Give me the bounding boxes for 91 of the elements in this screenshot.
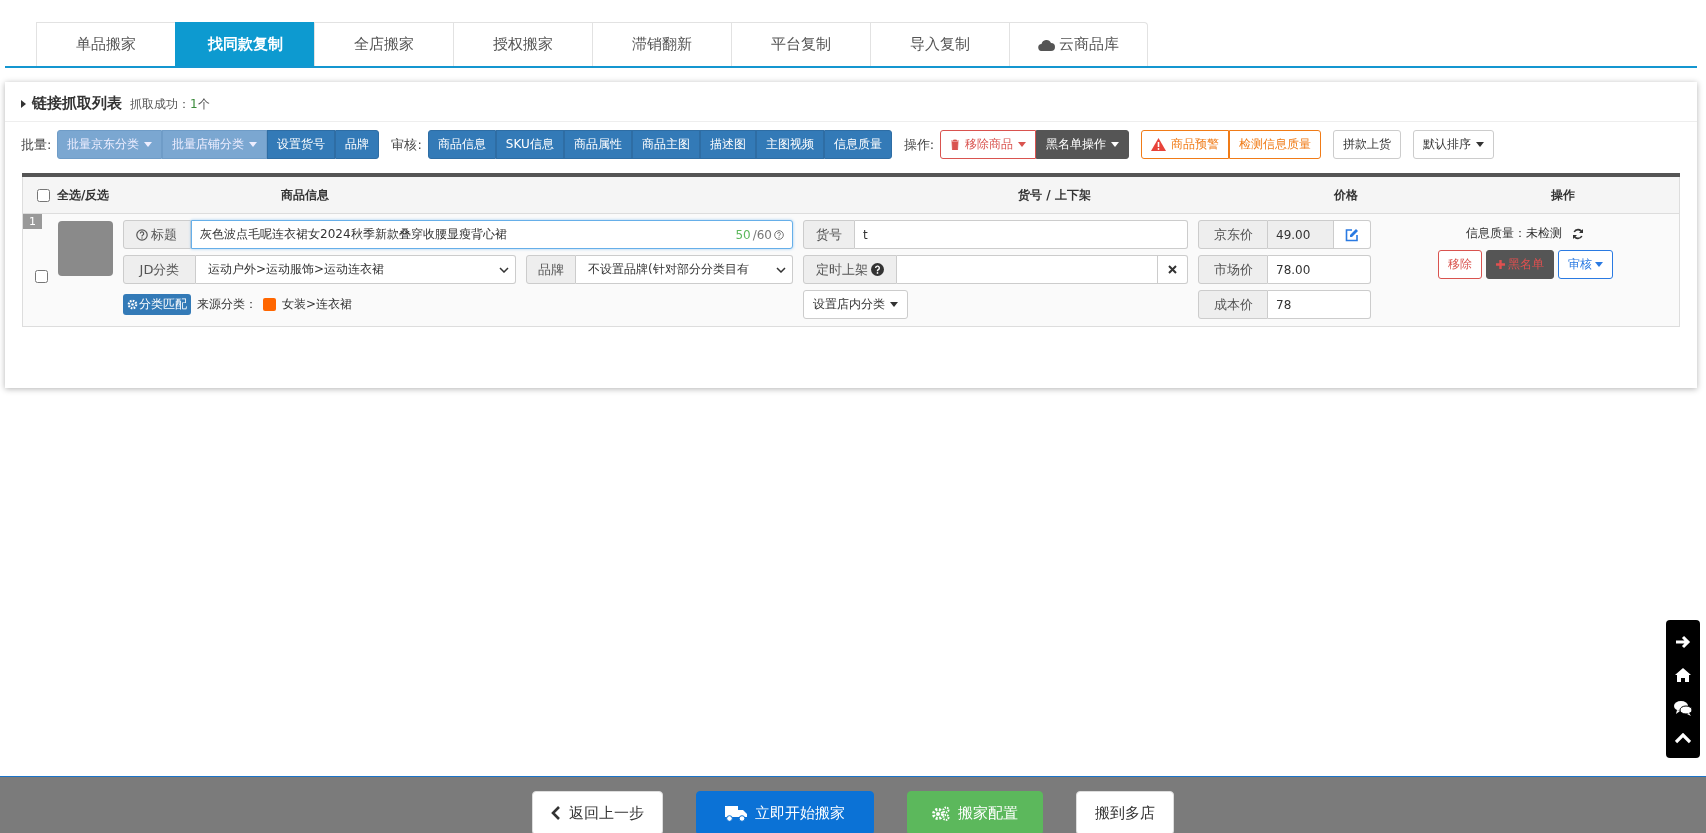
schedule-label: 定时上架 (803, 255, 897, 284)
price-field[interactable]: 78.00 (1268, 255, 1371, 284)
caret-icon (1111, 142, 1120, 147)
gears-icon (932, 805, 950, 821)
caret-right-icon (21, 99, 26, 108)
edit-button[interactable] (1334, 220, 1371, 249)
toolbar-button[interactable]: 描述图 (699, 130, 756, 159)
column-header: 货号 / 上下架 (1017, 186, 1092, 204)
chevron-down-icon (776, 266, 786, 273)
fetch-result: 抓取成功：1个 (130, 95, 210, 113)
truck-icon (725, 804, 747, 822)
caret-icon (1476, 142, 1485, 147)
footer-button[interactable]: 立即开始搬家 (696, 791, 874, 833)
tab[interactable]: 云商品库 (1009, 22, 1148, 66)
row-checkbox[interactable] (35, 270, 48, 283)
help-icon (136, 228, 148, 241)
warning-icon (1151, 138, 1167, 151)
select-all-label: 全选/反选 (57, 186, 110, 204)
refresh-icon (1572, 227, 1584, 240)
trash-icon (950, 139, 961, 150)
price-field[interactable]: 78 (1268, 290, 1371, 319)
chevron-down-icon (499, 266, 509, 273)
source-logo-icon (263, 298, 276, 311)
row-number: 1 (23, 214, 42, 229)
chevron-left-icon (551, 806, 561, 820)
tab[interactable]: 全店搬家 (314, 22, 453, 66)
panel-title[interactable]: 链接抓取列表 (21, 94, 122, 113)
caret-icon (1018, 142, 1027, 147)
arrow-right-icon (1675, 634, 1691, 651)
tab[interactable]: 导入复制 (870, 22, 1009, 66)
tab[interactable]: 单品搬家 (36, 22, 175, 66)
price-field[interactable]: 49.00 (1268, 220, 1334, 249)
review-button[interactable]: 审核 (1557, 250, 1613, 279)
caret-icon (1594, 262, 1603, 267)
select-all-checkbox[interactable] (37, 188, 50, 202)
home-icon (1674, 667, 1692, 684)
toolbar-button[interactable]: 品牌 (335, 130, 380, 159)
item-number-field[interactable]: t (855, 220, 1188, 249)
title-label: 标题 (123, 220, 191, 249)
brand-select[interactable]: 不设置品牌(针对部分分类目有 (576, 255, 793, 284)
toolbar-label: 批量: (21, 135, 52, 154)
toolbar-button[interactable]: 设置货号 (267, 130, 336, 159)
tab[interactable]: 平台复制 (731, 22, 870, 66)
cloud-icon (1038, 38, 1055, 51)
tab[interactable]: 授权搬家 (453, 22, 592, 66)
tab[interactable]: 滞销翻新 (592, 22, 731, 66)
chat-icon (1674, 699, 1692, 716)
toolbar-button[interactable]: 默认排序 (1413, 130, 1495, 159)
help-icon (871, 263, 884, 276)
sku-label: 货号 (803, 220, 855, 249)
footer-button[interactable]: 搬到多店 (1076, 791, 1174, 833)
caret-icon (249, 142, 258, 147)
toolbar-button[interactable]: 移除商品 (940, 130, 1037, 159)
schedule-field[interactable] (897, 255, 1158, 284)
category-label: JD分类 (123, 255, 196, 284)
photo-placeholder (58, 221, 113, 276)
gear-icon (127, 299, 138, 310)
column-header: 价格 (1333, 186, 1359, 204)
category-select[interactable]: 运动户外>运动服饰>运动连衣裙 (196, 255, 516, 284)
toolbar-button[interactable]: SKU信息 (495, 130, 564, 159)
price-label: 市场价 (1198, 255, 1268, 284)
toolbar-label: 操作: (903, 135, 935, 154)
remove-button[interactable]: 移除 (1437, 250, 1482, 279)
source-category: 女装>连衣裙 (282, 296, 353, 313)
source-category-label: 来源分类： (197, 296, 257, 313)
chevron-up-icon (1675, 732, 1691, 744)
category-match-button[interactable]: 分类匹配 (123, 294, 191, 315)
brand-label: 品牌 (526, 255, 576, 284)
toolbar-button[interactable]: 主图视频 (755, 130, 824, 159)
column-header: 操作 (1549, 186, 1576, 204)
footer-button[interactable]: 返回上一步 (532, 791, 663, 833)
quality-status: 信息质量：未检测 (1466, 225, 1562, 242)
toolbar-button[interactable]: 商品信息 (427, 130, 496, 159)
price-label: 成本价 (1198, 290, 1268, 319)
toolbar-label: 审核: (391, 135, 422, 154)
column-header: 商品信息 (279, 186, 330, 204)
shop-category-button[interactable]: 设置店内分类 (803, 290, 908, 319)
caret-icon (890, 302, 898, 307)
caret-icon (144, 142, 153, 147)
toolbar-button[interactable]: 信息质量 (823, 130, 892, 159)
close-icon (1168, 265, 1177, 274)
toolbar-button[interactable]: 商品主图 (631, 130, 700, 159)
edit-icon (1345, 227, 1359, 242)
price-label: 京东价 (1198, 220, 1268, 249)
toolbar-button[interactable]: 商品属性 (563, 130, 632, 159)
toolbar-button[interactable]: 黑名单操作 (1036, 130, 1130, 159)
plus-icon (1495, 260, 1505, 269)
toolbar-button[interactable]: 拼款上货 (1333, 130, 1402, 159)
clear-button[interactable] (1158, 255, 1188, 284)
help-icon (774, 229, 784, 240)
title-field[interactable]: 灰色波点毛呢连衣裙女2024秋季新款叠穿收腰显瘦背心裙 50 /60 (191, 220, 793, 249)
